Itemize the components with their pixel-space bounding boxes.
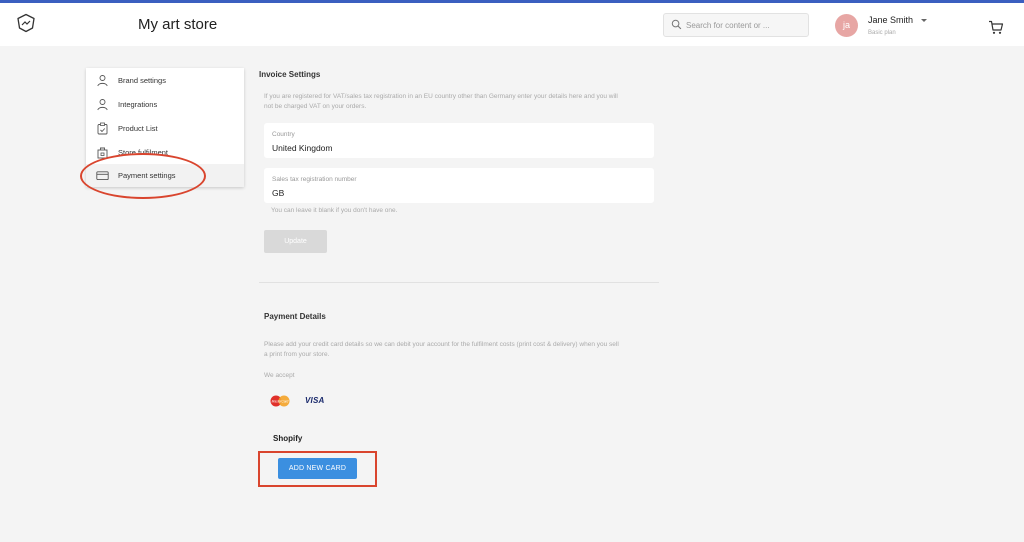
invoice-settings-title: Invoice Settings	[259, 70, 321, 79]
cart-icon[interactable]	[988, 20, 1004, 35]
sidebar-item-label: Brand settings	[118, 76, 166, 85]
invoice-description-line1: If you are registered for VAT/sales tax …	[264, 93, 618, 100]
search-box[interactable]	[663, 13, 809, 37]
person-icon	[97, 99, 108, 111]
clipboard-icon	[97, 122, 108, 135]
logo-icon[interactable]	[16, 13, 36, 33]
country-label: Country	[272, 131, 295, 138]
sidebar-item-integrations[interactable]: Integrations	[86, 93, 244, 116]
highlight-ellipse	[80, 153, 206, 199]
update-button[interactable]: Update	[264, 230, 327, 253]
highlight-rectangle	[258, 451, 377, 487]
search-input[interactable]	[686, 17, 804, 33]
sales-tax-value[interactable]: GB	[272, 188, 284, 198]
section-divider	[259, 282, 659, 283]
search-icon	[671, 19, 682, 30]
user-plan: Basic plan	[868, 30, 896, 36]
avatar[interactable]: ja	[835, 14, 858, 37]
store-title: My art store	[138, 16, 218, 33]
shopify-label: Shopify	[273, 434, 303, 443]
mastercard-text: MasterCard	[272, 399, 289, 403]
mastercard-logo-icon: MasterCard	[270, 395, 290, 407]
sidebar-item-label: Integrations	[118, 100, 158, 109]
country-field[interactable]: Country United Kingdom	[264, 123, 654, 158]
sidebar-item-label: Product List	[118, 124, 158, 133]
sales-tax-hint: You can leave it blank if you don't have…	[271, 207, 398, 214]
visa-logo: VISA	[305, 396, 325, 405]
user-name[interactable]: Jane Smith	[868, 15, 913, 25]
sales-tax-label: Sales tax registration number	[272, 176, 357, 183]
sidebar-item-brand-settings[interactable]: Brand settings	[86, 69, 244, 92]
top-bar: My art store ja Jane Smith Basic plan	[0, 0, 1024, 46]
person-icon	[97, 75, 108, 87]
sidebar-item-product-list[interactable]: Product List	[86, 117, 244, 140]
chevron-down-icon[interactable]	[921, 19, 927, 22]
payment-details-title: Payment Details	[264, 312, 326, 321]
country-value[interactable]: United Kingdom	[272, 143, 332, 153]
we-accept-label: We accept	[264, 372, 295, 379]
payment-description-line2: a print from your store.	[264, 351, 330, 358]
invoice-description-line2: not be charged VAT on your orders.	[264, 103, 367, 110]
payment-description-line1: Please add your credit card details so w…	[264, 341, 619, 348]
sales-tax-field[interactable]: Sales tax registration number GB	[264, 168, 654, 203]
